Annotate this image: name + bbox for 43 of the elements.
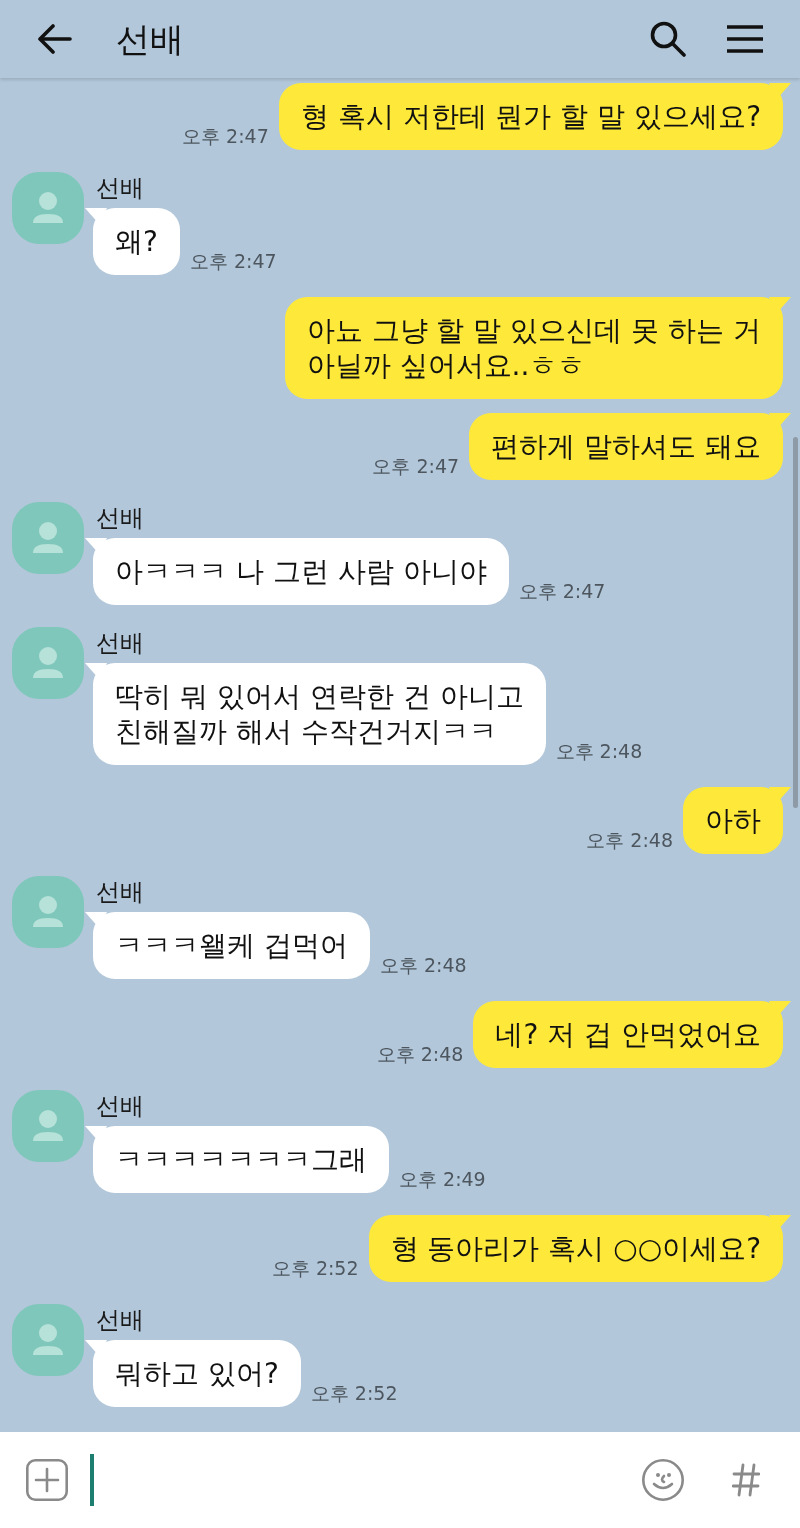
message-bubble: ㅋㅋㅋㅋㅋㅋㅋ그래 <box>85 1126 389 1193</box>
avatar-icon[interactable] <box>12 1090 84 1162</box>
message-time: 오후 2:47 <box>518 580 606 602</box>
message-composer-bar[interactable] <box>0 1432 800 1528</box>
avatar-icon[interactable] <box>12 172 84 244</box>
message-time: 오후 2:48 <box>376 1043 464 1065</box>
message-bubble: 네? 저 겁 안먹었어요 <box>473 1001 791 1068</box>
sender-name: 선배 <box>96 173 144 203</box>
message-time: 오후 2:52 <box>310 1382 398 1404</box>
message-bubble: 편하게 말하셔도 돼요 <box>469 413 791 480</box>
sender-name: 선배 <box>96 1091 144 1121</box>
message-time: 오후 2:48 <box>586 829 673 851</box>
search-icon[interactable] <box>650 21 686 57</box>
message-time: 오후 2:48 <box>379 954 467 976</box>
message-time: 오후 2:48 <box>555 740 643 762</box>
message-bubble: 아하 <box>683 787 791 854</box>
sender-name: 선배 <box>96 1305 144 1335</box>
message-bubble: 뭐하고 있어? <box>85 1340 301 1407</box>
scroll-bar[interactable] <box>793 437 798 808</box>
avatar-icon[interactable] <box>12 502 84 574</box>
message-bubble: 아ㅋㅋㅋ 나 그런 사람 아니야 <box>85 538 509 605</box>
avatar-icon[interactable] <box>12 1304 84 1376</box>
message-time: 오후 2:47 <box>182 125 269 147</box>
hashtag-icon[interactable] <box>732 1463 760 1497</box>
message-time: 오후 2:47 <box>189 250 277 272</box>
avatar-icon[interactable] <box>12 876 84 948</box>
sender-name: 선배 <box>96 877 144 907</box>
chat-title: 선배 <box>116 18 184 60</box>
message-bubble: ㅋㅋㅋ왤케 겁먹어 <box>85 912 370 979</box>
message-bubble: 아뇨 그냥 할 말 있으신데 못 하는 거 아닐까 싶어서요..ㅎㅎ <box>284 297 791 399</box>
message-bubble: 형 동아리가 혹시 ○○이세요? <box>368 1215 791 1282</box>
smiley-icon[interactable] <box>642 1459 684 1501</box>
menu-icon[interactable] <box>727 25 763 53</box>
message-bubble: 형 혹시 저한테 뭔가 할 말 있으세요? <box>278 83 791 150</box>
message-time: 오후 2:47 <box>372 455 460 477</box>
sender-name: 선배 <box>96 503 144 533</box>
avatar-icon[interactable] <box>12 627 84 699</box>
sender-name: 선배 <box>96 628 144 658</box>
message-bubble: 딱히 뭐 있어서 연락한 건 아니고 친해질까 해서 수작건거지ㅋㅋ <box>85 663 546 765</box>
message-bubble: 왜? <box>85 208 180 275</box>
plus-icon[interactable] <box>26 1459 68 1501</box>
message-time: 오후 2:52 <box>271 1257 359 1279</box>
message-time: 오후 2:49 <box>399 1168 486 1190</box>
